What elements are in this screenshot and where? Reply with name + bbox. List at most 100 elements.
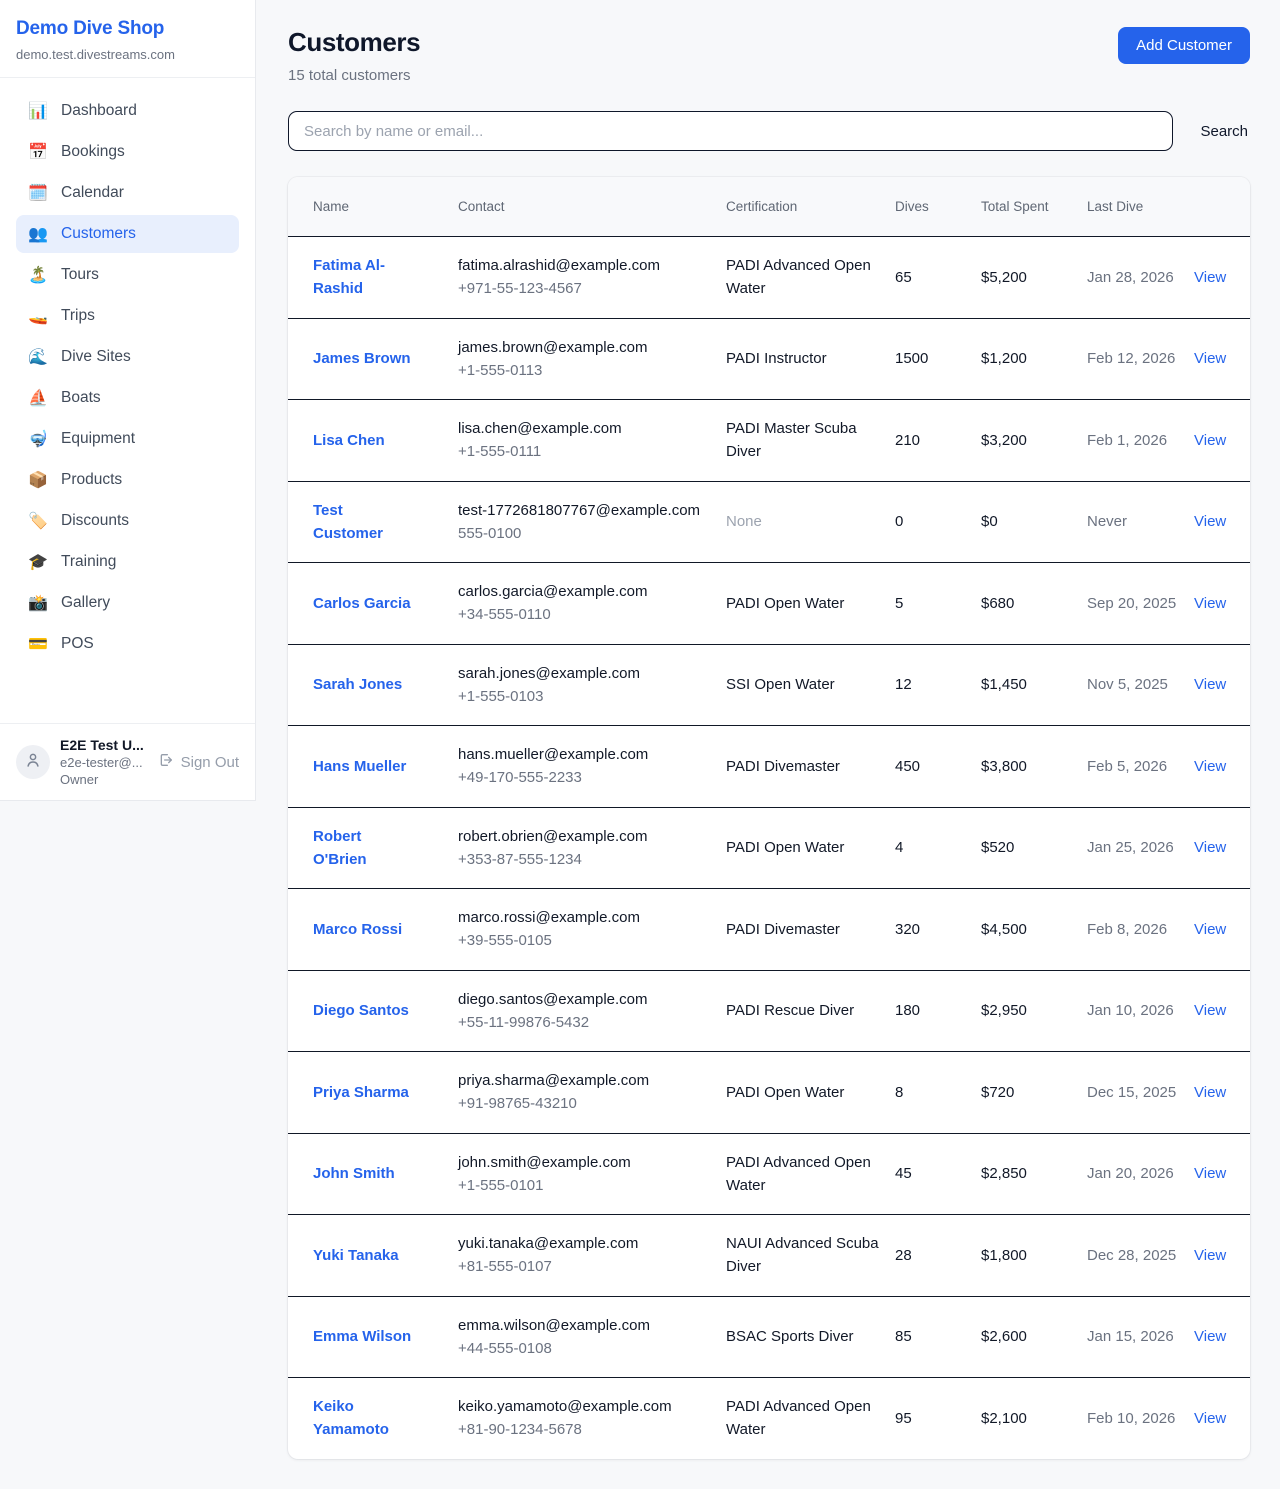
customer-dives: 85 (895, 1325, 965, 1348)
customer-email: sarah.jones@example.com (458, 662, 710, 685)
sidebar-item-training[interactable]: 🎓 Training (16, 543, 239, 581)
sidebar-item-label: Training (61, 553, 116, 571)
user-email: e2e-tester@... (60, 755, 148, 770)
search-button[interactable]: Search (1198, 119, 1250, 144)
sidebar-item-label: Customers (61, 225, 136, 243)
dive-sites-icon: 🌊 (28, 347, 48, 367)
customer-last-dive: Never (1087, 510, 1178, 533)
sidebar-item-label: Calendar (61, 184, 124, 202)
sidebar-item-dashboard[interactable]: 📊 Dashboard (16, 92, 239, 130)
customer-name-link[interactable]: Hans Mueller (313, 758, 406, 775)
sidebar-item-equipment[interactable]: 🤿 Equipment (16, 420, 239, 458)
sidebar-item-customers[interactable]: 👥 Customers (16, 215, 239, 253)
table-row: Test Customer test-1772681807767@example… (288, 482, 1250, 564)
sidebar-item-products[interactable]: 📦 Products (16, 461, 239, 499)
view-customer-link[interactable]: View (1194, 921, 1226, 938)
customer-certification: PADI Advanced Open Water (726, 1151, 879, 1198)
customer-name-link[interactable]: Yuki Tanaka (313, 1247, 399, 1264)
trips-icon: 🚤 (28, 306, 48, 326)
customers-icon: 👥 (28, 224, 48, 244)
customer-name-link[interactable]: James Brown (313, 350, 411, 367)
customer-total-spent: $680 (981, 592, 1071, 615)
sidebar-item-tours[interactable]: 🏝️ Tours (16, 256, 239, 294)
customer-total-spent: $1,200 (981, 347, 1071, 370)
view-customer-link[interactable]: View (1194, 350, 1226, 367)
customer-total-spent: $0 (981, 510, 1071, 533)
table-header-row: Name Contact Certification Dives Total S… (288, 177, 1250, 237)
customer-email: keiko.yamamoto@example.com (458, 1395, 710, 1418)
sidebar-item-label: Tours (61, 266, 99, 284)
customer-certification: BSAC Sports Diver (726, 1325, 879, 1348)
view-customer-link[interactable]: View (1194, 676, 1226, 693)
customer-total-spent: $520 (981, 836, 1071, 859)
sidebar-item-dive-sites[interactable]: 🌊 Dive Sites (16, 338, 239, 376)
customer-name-link[interactable]: Test Customer (313, 502, 383, 542)
boats-icon: ⛵ (28, 388, 48, 408)
customer-name-link[interactable]: Lisa Chen (313, 432, 385, 449)
view-customer-link[interactable]: View (1194, 1002, 1226, 1019)
customer-certification: PADI Rescue Diver (726, 999, 879, 1022)
customer-certification: PADI Divemaster (726, 755, 879, 778)
discounts-icon: 🏷️ (28, 511, 48, 531)
brand-name[interactable]: Demo Dive Shop (16, 18, 239, 40)
add-customer-button[interactable]: Add Customer (1118, 27, 1250, 64)
view-customer-link[interactable]: View (1194, 595, 1226, 612)
sidebar-item-pos[interactable]: 💳 POS (16, 625, 239, 663)
customer-dives: 28 (895, 1244, 965, 1267)
sidebar-item-gallery[interactable]: 📸 Gallery (16, 584, 239, 622)
view-customer-link[interactable]: View (1194, 1084, 1226, 1101)
avatar (16, 745, 50, 779)
customer-email: james.brown@example.com (458, 336, 710, 359)
table-row: Diego Santos diego.santos@example.com +5… (288, 971, 1250, 1053)
view-customer-link[interactable]: View (1194, 1410, 1226, 1427)
customer-email: emma.wilson@example.com (458, 1314, 710, 1337)
sign-out-button[interactable]: Sign Out (158, 752, 239, 772)
view-customer-link[interactable]: View (1194, 269, 1226, 286)
customer-name-link[interactable]: Marco Rossi (313, 921, 402, 938)
customer-last-dive: Feb 1, 2026 (1087, 429, 1178, 452)
search-input[interactable] (288, 111, 1173, 151)
products-icon: 📦 (28, 470, 48, 490)
brand-block: Demo Dive Shop demo.test.divestreams.com (0, 0, 255, 78)
customer-phone: +44-555-0108 (458, 1337, 710, 1360)
customer-name-link[interactable]: Emma Wilson (313, 1328, 411, 1345)
view-customer-link[interactable]: View (1194, 758, 1226, 775)
view-customer-link[interactable]: View (1194, 1328, 1226, 1345)
view-customer-link[interactable]: View (1194, 432, 1226, 449)
user-info: E2E Test U... e2e-tester@... Owner (60, 737, 148, 787)
table-body: Fatima Al-Rashid fatima.alrashid@example… (288, 237, 1250, 1459)
customer-total-spent: $2,850 (981, 1162, 1071, 1185)
sign-out-label: Sign Out (181, 754, 239, 771)
customer-total-spent: $1,800 (981, 1244, 1071, 1267)
sidebar-item-label: Dashboard (61, 102, 137, 120)
customer-name-link[interactable]: Sarah Jones (313, 676, 402, 693)
customer-certification: PADI Open Water (726, 1081, 879, 1104)
customer-dives: 65 (895, 266, 965, 289)
customer-name-link[interactable]: Carlos Garcia (313, 595, 411, 612)
bookings-icon: 📅 (28, 142, 48, 162)
customer-name-link[interactable]: Keiko Yamamoto (313, 1398, 389, 1438)
page-title: Customers (288, 27, 420, 58)
view-customer-link[interactable]: View (1194, 1247, 1226, 1264)
sidebar-item-calendar[interactable]: 🗓️ Calendar (16, 174, 239, 212)
sidebar-item-trips[interactable]: 🚤 Trips (16, 297, 239, 335)
customer-name-link[interactable]: Fatima Al-Rashid (313, 257, 385, 297)
customer-name-link[interactable]: Diego Santos (313, 1002, 409, 1019)
sidebar-item-boats[interactable]: ⛵ Boats (16, 379, 239, 417)
sidebar-item-bookings[interactable]: 📅 Bookings (16, 133, 239, 171)
view-customer-link[interactable]: View (1194, 1165, 1226, 1182)
calendar-icon: 🗓️ (28, 183, 48, 203)
customer-last-dive: Jan 25, 2026 (1087, 836, 1178, 859)
customer-dives: 95 (895, 1407, 965, 1430)
customer-certification: PADI Advanced Open Water (726, 1395, 879, 1442)
view-customer-link[interactable]: View (1194, 839, 1226, 856)
customer-name-link[interactable]: Priya Sharma (313, 1084, 409, 1101)
view-customer-link[interactable]: View (1194, 513, 1226, 530)
sidebar-item-label: Equipment (61, 430, 135, 448)
pos-icon: 💳 (28, 634, 48, 654)
sidebar-item-discounts[interactable]: 🏷️ Discounts (16, 502, 239, 540)
column-header-certification: Certification (726, 199, 879, 214)
customer-name-link[interactable]: Robert O'Brien (313, 828, 367, 868)
customer-name-link[interactable]: John Smith (313, 1165, 395, 1182)
table-row: Priya Sharma priya.sharma@example.com +9… (288, 1052, 1250, 1134)
